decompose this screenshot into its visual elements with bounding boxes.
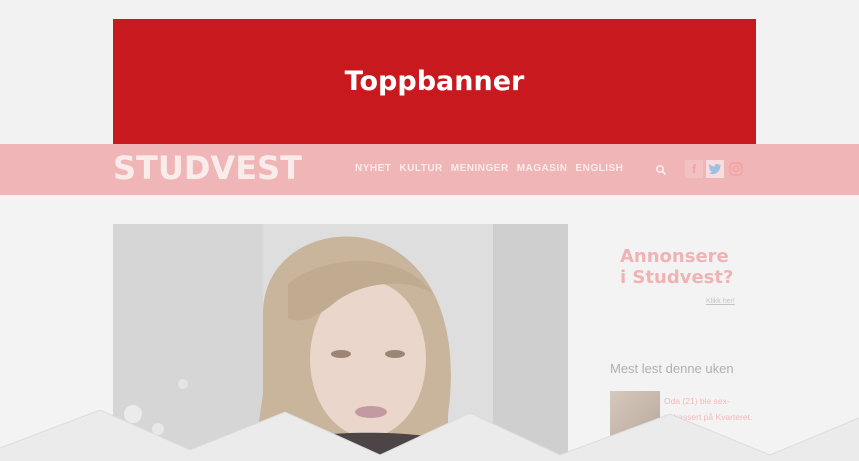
twitter-icon[interactable]	[706, 160, 724, 178]
facebook-icon[interactable]: f	[685, 160, 703, 178]
nav-item-kultur[interactable]: KULTUR	[399, 163, 442, 174]
most-read-heading: Mest lest denne uken	[610, 361, 734, 376]
nav-item-meninger[interactable]: MENINGER	[451, 163, 509, 174]
nav-item-nyhet[interactable]: NYHET	[355, 163, 391, 174]
ad-link[interactable]: Klikk her!	[706, 298, 735, 305]
ad-box[interactable]: Annonsere i Studvest? Klikk her!	[620, 246, 750, 305]
torn-edge-overlay	[0, 410, 859, 461]
ad-title-line1: Annonsere	[620, 246, 729, 267]
ad-title-line2: i Studvest?	[620, 267, 734, 288]
nav-item-magasin[interactable]: MAGASIN	[517, 163, 568, 174]
search-icon[interactable]	[655, 163, 667, 176]
main-nav: NYHET KULTUR MENINGER MAGASIN ENGLISH	[355, 163, 623, 174]
top-banner-label: Toppbanner	[344, 66, 525, 97]
nav-item-english[interactable]: ENGLISH	[575, 163, 623, 174]
top-banner[interactable]: Toppbanner	[113, 19, 756, 144]
instagram-icon[interactable]	[727, 160, 745, 178]
site-logo[interactable]: STUDVEST	[113, 148, 302, 188]
social-links: f	[685, 160, 745, 178]
